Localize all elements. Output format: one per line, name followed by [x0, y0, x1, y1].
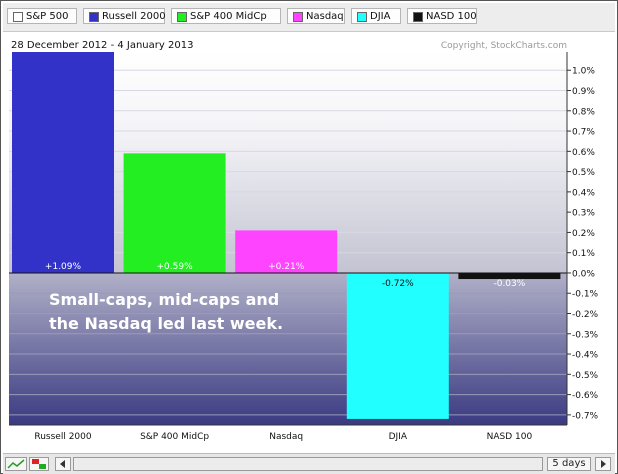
- legend-item-nasd100[interactable]: NASD 100: [407, 8, 477, 24]
- value-label: -0.03%: [493, 279, 525, 289]
- y-tick-label: 0.6%: [572, 148, 595, 158]
- y-tick-label: 0.7%: [572, 128, 595, 138]
- y-tick-label: 0.2%: [572, 229, 595, 239]
- y-tick-label: 0.5%: [572, 168, 595, 178]
- legend-label: Russell 2000: [102, 11, 166, 22]
- y-tick-label: -0.2%: [572, 310, 599, 320]
- y-tick-label: -0.3%: [572, 330, 599, 340]
- arrow-left-icon: [60, 460, 65, 468]
- color-toggle-button[interactable]: [29, 457, 49, 471]
- legend-label: NASD 100: [426, 11, 477, 22]
- x-tick-label: S&P 400 MidCp: [140, 432, 209, 442]
- copyright-text: Copyright, StockCharts.com: [441, 41, 567, 51]
- arrow-right-icon: [601, 460, 606, 468]
- y-tick-label: 0.0%: [572, 269, 595, 279]
- legend-swatch: [89, 12, 99, 22]
- value-label: -0.72%: [382, 279, 414, 289]
- y-tick-label: -0.7%: [572, 411, 599, 421]
- y-tick-label: -0.6%: [572, 391, 599, 401]
- legend-label: S&P 500: [26, 11, 69, 22]
- legend-item-sp500[interactable]: S&P 500: [7, 8, 77, 24]
- y-tick-label: 1.0%: [572, 67, 595, 77]
- y-tick-label: -0.1%: [572, 290, 599, 300]
- legend-item-russell2000[interactable]: Russell 2000: [83, 8, 166, 24]
- bar-3: [346, 272, 449, 419]
- y-tick-label: 0.3%: [572, 209, 595, 219]
- x-tick-label: NASD 100: [487, 432, 533, 442]
- value-label: +0.59%: [157, 262, 194, 272]
- y-axis-ticks: 1.0% 0.9% 0.8% 0.7% 0.6% 0.5% 0.4% 0.3% 0.2% 0.1%…: [567, 67, 599, 421]
- y-tick-label: 0.9%: [572, 87, 595, 97]
- legend-swatch: [357, 12, 367, 22]
- scroll-right-button[interactable]: [595, 457, 611, 471]
- chart-area: 1.0% 0.9% 0.8% 0.7% 0.6% 0.5% 0.4% 0.3% 0.2% 0.1%…: [9, 40, 599, 442]
- annotation-line-2: the Nasdaq led last week.: [49, 314, 283, 333]
- legend-label: S&P 400 MidCp: [190, 11, 267, 22]
- legend-swatch: [413, 12, 423, 22]
- color-swatch-icon: [32, 459, 46, 469]
- legend-item-sp400[interactable]: S&P 400 MidCp: [171, 8, 281, 24]
- annotation-line-1: Small-caps, mid-caps and: [49, 290, 279, 309]
- y-tick-label: 0.4%: [572, 188, 595, 198]
- chart-type-button[interactable]: [5, 457, 27, 471]
- value-label: +0.21%: [268, 262, 305, 272]
- legend-label: DJIA: [370, 11, 391, 22]
- legend-label: Nasdaq: [306, 11, 344, 22]
- x-tick-label: Russell 2000: [34, 432, 92, 442]
- bottom-toolbar: 5 days: [3, 453, 615, 474]
- legend-swatch: [293, 12, 303, 22]
- period-selector[interactable]: 5 days: [547, 457, 591, 471]
- x-tick-label: Nasdaq: [269, 432, 303, 442]
- legend-item-nasdaq[interactable]: Nasdaq: [287, 8, 345, 24]
- legend-swatch: [177, 12, 187, 22]
- legend-bar: S&P 500 Russell 2000 S&P 400 MidCp Nasda…: [3, 3, 615, 32]
- bar-1: [123, 153, 226, 273]
- scroll-left-button[interactable]: [55, 457, 71, 471]
- date-range: 28 December 2012 - 4 January 2013: [11, 40, 193, 51]
- y-tick-label: 0.8%: [572, 107, 595, 117]
- line-chart-icon: [7, 459, 25, 469]
- y-tick-label: -0.5%: [572, 371, 599, 381]
- y-tick-label: 0.1%: [572, 249, 595, 259]
- y-tick-label: -0.4%: [572, 351, 599, 361]
- perf-chart-window: S&P 500 Russell 2000 S&P 400 MidCp Nasda…: [0, 0, 618, 474]
- bar-0: [12, 52, 114, 273]
- value-label: +1.09%: [45, 262, 82, 272]
- x-tick-label: DJIA: [389, 432, 408, 442]
- legend-item-djia[interactable]: DJIA: [351, 8, 401, 24]
- legend-swatch: [13, 12, 23, 22]
- scrollbar-track[interactable]: [73, 457, 543, 471]
- x-axis-labels: Russell 2000 S&P 400 MidCp Nasdaq DJIA NASD …: [34, 432, 532, 442]
